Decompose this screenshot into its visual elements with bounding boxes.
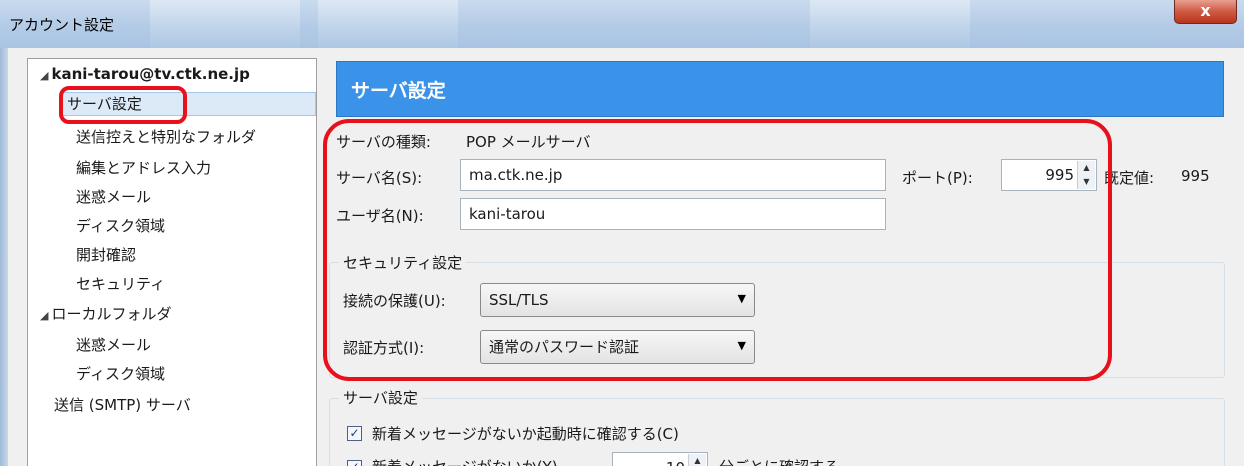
tree-item-label: ローカルフォルダ [51, 305, 172, 323]
port-label: ポート(P): [902, 169, 973, 187]
spin-up-icon[interactable]: ▲ [1078, 161, 1095, 176]
tree-item-label: 迷惑メール [76, 188, 152, 206]
window-title: アカウント設定 [9, 16, 115, 34]
window-frame [0, 48, 8, 466]
tree-item-label: 開封確認 [76, 246, 137, 264]
port-spin-buttons[interactable]: ▲ ▼ [1077, 161, 1095, 189]
panel-header-title: サーバ設定 [351, 80, 446, 102]
server-settings-group-title: サーバ設定 [339, 387, 422, 408]
default-port-label: 既定値: [1104, 169, 1155, 187]
port-spinbox[interactable]: 995 ▲ ▼ [1001, 159, 1097, 191]
tree-item-copies-folders[interactable]: 送信控えと特別なフォルダ [76, 125, 256, 149]
port-value[interactable]: 995 [1045, 160, 1074, 190]
authentication-value[interactable]: 通常のパスワード認証 [489, 331, 639, 363]
interval-spin-buttons[interactable]: ▲ ▼ [688, 454, 706, 466]
connection-security-select[interactable]: SSL/TLS ▼ [480, 283, 755, 317]
tree-item-label: kani-tarou@tv.ctk.ne.jp [51, 65, 250, 83]
tree-item-local-junk[interactable]: 迷惑メール [76, 333, 151, 357]
title-bar-blur [150, 0, 300, 48]
username-label: ユーザ名(N): [336, 207, 424, 225]
panel-header: サーバ設定 [336, 61, 1224, 117]
server-name-input[interactable]: ma.ctk.ne.jp [460, 159, 886, 191]
tree-item-disk-space[interactable]: ディスク領域 [76, 214, 165, 238]
title-bar-blur [318, 0, 458, 48]
tree-item-label: ディスク領域 [76, 217, 165, 235]
server-name-label: サーバ名(S): [336, 169, 423, 187]
tree-item-composition[interactable]: 編集とアドレス入力 [76, 156, 211, 180]
tree-item-label: 編集とアドレス入力 [76, 159, 212, 177]
tree-item-receipts[interactable]: 開封確認 [76, 243, 136, 267]
security-group-title: セキュリティ設定 [339, 252, 467, 273]
tree-item-label: 迷惑メール [76, 336, 152, 354]
tree-item-label: サーバ設定 [67, 95, 142, 113]
tree-item-label: ディスク領域 [76, 365, 165, 383]
check-interval-spinbox[interactable]: 10 ▲ ▼ [612, 452, 708, 466]
close-icon[interactable]: x [1200, 1, 1210, 20]
connection-security-label: 接続の保護(U): [343, 292, 446, 310]
check-interval-checkbox[interactable]: ✓ [347, 460, 362, 466]
spin-down-icon[interactable]: ▼ [1078, 175, 1095, 189]
title-bar[interactable]: アカウント設定 x [0, 0, 1244, 48]
check-interval-label[interactable]: 新着メッセージがないか(Y) [372, 456, 558, 466]
check-startup-label[interactable]: 新着メッセージがないか起動時に確認する(C) [372, 423, 679, 444]
tree-item-label: セキュリティ [76, 275, 166, 293]
connection-security-value[interactable]: SSL/TLS [489, 284, 549, 316]
account-settings-window: アカウント設定 x ◢ kani-tarou@tv.ctk.ne.jp サーバ設定… [0, 0, 1244, 466]
spin-up-icon[interactable]: ▲ [689, 454, 706, 466]
authentication-select[interactable]: 通常のパスワード認証 ▼ [480, 330, 755, 364]
check-interval-suffix: 分ごとに確認する [719, 456, 839, 466]
username-input[interactable]: kani-tarou [460, 198, 886, 230]
chevron-down-icon[interactable]: ▼ [738, 339, 746, 352]
tree-item-smtp[interactable]: 送信 (SMTP) サーバ [54, 393, 191, 417]
expanded-arrow-icon[interactable]: ◢ [40, 69, 48, 82]
authentication-label: 認証方式(I): [343, 339, 425, 357]
server-type-label: サーバの種類: [336, 133, 431, 151]
check-interval-value[interactable]: 10 [666, 453, 685, 466]
tree-item-local-disk-space[interactable]: ディスク領域 [76, 362, 165, 386]
tree-item-server-settings[interactable]: サーバ設定 [62, 92, 316, 116]
chevron-down-icon[interactable]: ▼ [738, 292, 746, 305]
close-button[interactable]: x [1174, 0, 1237, 24]
tree-item-local-folders[interactable]: ◢ ローカルフォルダ [40, 302, 171, 326]
title-bar-blur [810, 0, 970, 48]
tree-item-junk[interactable]: 迷惑メール [76, 185, 151, 209]
tree-item-label: 送信控えと特別なフォルダ [76, 128, 257, 146]
tree-item-label: 送信 (SMTP) サーバ [54, 396, 191, 414]
tree-item-account[interactable]: ◢ kani-tarou@tv.ctk.ne.jp [40, 62, 250, 86]
expanded-arrow-icon[interactable]: ◢ [40, 309, 48, 322]
security-groupbox [329, 262, 1225, 378]
check-startup-checkbox[interactable]: ✓ [347, 426, 362, 441]
tree-item-security[interactable]: セキュリティ [76, 272, 165, 296]
default-port-value: 995 [1181, 167, 1210, 185]
server-type-value: POP メールサーバ [466, 133, 591, 151]
